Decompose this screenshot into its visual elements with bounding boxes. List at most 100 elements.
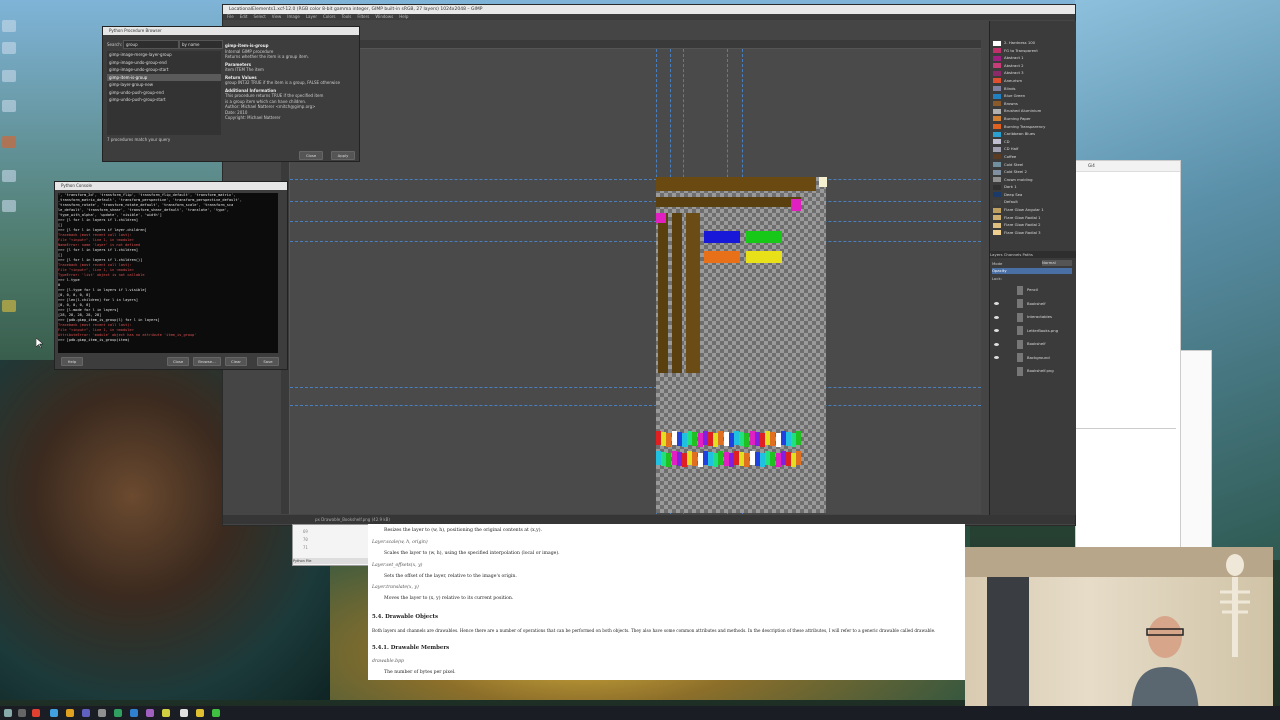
search-input[interactable]: group [123, 40, 179, 49]
gradient-item[interactable]: Coffee [990, 153, 1068, 161]
layer-row[interactable]: LetterBooks.png [990, 324, 1076, 338]
browser-window[interactable]: Gi4 [1075, 160, 1181, 549]
gimp-icon[interactable] [98, 709, 106, 717]
gimp-menubar[interactable]: File Edit Select View Image Layer Colors Tools F… [223, 14, 1075, 20]
app-icon[interactable] [50, 709, 58, 717]
procedure-list-item[interactable]: gimp-undo-push-group-end [107, 89, 221, 97]
layers-tabs[interactable]: Layers Channels Paths [990, 251, 1076, 258]
menu-item[interactable]: Colors [323, 14, 336, 19]
eye-icon[interactable] [994, 302, 999, 305]
menu-item[interactable]: Layer [306, 14, 317, 19]
search-icon[interactable] [18, 709, 26, 717]
gradient-item[interactable]: Abstract 1 [990, 54, 1068, 62]
canvas-area[interactable] [290, 49, 981, 514]
gradient-item[interactable]: CD Half [990, 145, 1068, 153]
folder-icon[interactable] [196, 709, 204, 717]
gradient-item[interactable]: Brushed Aluminium [990, 107, 1068, 115]
desktop-icon[interactable] [2, 200, 16, 212]
console-output[interactable]: ', 'transform_2d', 'transform_flip', 'tr… [58, 193, 278, 353]
eye-icon[interactable] [994, 329, 999, 332]
menu-item[interactable]: File [227, 14, 234, 19]
opacity-slider[interactable]: Opacity [992, 268, 1072, 274]
gradient-item[interactable]: 2. Hardness 100 [990, 39, 1068, 47]
search-mode-select[interactable]: by name [179, 40, 223, 49]
app-icon[interactable] [212, 709, 220, 717]
gradient-item[interactable]: CD [990, 138, 1068, 146]
menu-item[interactable]: View [272, 14, 282, 19]
apply-button[interactable]: Apply [331, 151, 355, 160]
eye-icon[interactable] [994, 356, 999, 359]
editor-window[interactable]: 69 70 71 Python File [292, 524, 370, 566]
gradient-item[interactable]: Crown molding [990, 176, 1068, 184]
procedure-list[interactable]: gimp-image-merge-layer-group gimp-image-u… [107, 51, 221, 135]
app-icon[interactable] [180, 709, 188, 717]
app-icon[interactable] [66, 709, 74, 717]
layer-row[interactable]: Pencil [990, 283, 1076, 297]
desktop-icon[interactable] [2, 300, 16, 312]
gradient-item[interactable]: Blinds [990, 85, 1068, 93]
app-icon[interactable] [130, 709, 138, 717]
procedure-list-item[interactable]: gimp-image-merge-layer-group [107, 51, 221, 59]
gradient-item[interactable]: Deep Sea [990, 191, 1068, 199]
gradient-item[interactable]: Caribbean Blues [990, 130, 1068, 138]
gradient-item[interactable]: Default [990, 198, 1068, 206]
procedure-list-item[interactable]: gimp-undo-push-group-start [107, 96, 221, 104]
desktop-icon[interactable] [2, 100, 16, 112]
layer-row[interactable]: Bookshelf.png [990, 364, 1076, 378]
canvas-image[interactable] [656, 177, 827, 513]
desktop-icon[interactable] [2, 20, 16, 32]
gradient-item[interactable]: Abstract 2 [990, 62, 1068, 70]
gradient-item[interactable]: Flare Glow Angular 1 [990, 206, 1068, 214]
gradient-item[interactable]: Flare Glow Radial 3 [990, 229, 1068, 237]
help-button[interactable]: Help [61, 357, 83, 366]
menu-item[interactable]: Tools [342, 14, 352, 19]
procedure-browser-window[interactable]: Python Procedure Browser Search: group b… [102, 26, 360, 162]
menu-item[interactable]: Help [399, 14, 408, 19]
layer-row[interactable]: Background [990, 351, 1076, 365]
gimp-dock[interactable]: 2. Hardness 100 FG to Transparent Abstract… [989, 21, 1076, 515]
taskbar[interactable] [0, 706, 1280, 720]
menu-item[interactable]: Filters [357, 14, 369, 19]
gradient-item[interactable]: Abstract 3 [990, 69, 1068, 77]
layer-row[interactable]: Bookshelf [990, 297, 1076, 311]
app-icon[interactable] [82, 709, 90, 717]
gradient-item[interactable]: Aneurism [990, 77, 1068, 85]
procedure-list-item[interactable]: gimp-image-undo-group-start [107, 66, 221, 74]
gradient-item[interactable]: Blue Green [990, 92, 1068, 100]
documentation-page[interactable]: Resizes the layer to (w, h), positioning… [368, 524, 965, 680]
desktop-icon[interactable] [2, 136, 16, 148]
gradient-item[interactable]: Burning Transparency [990, 123, 1068, 131]
browser-tab[interactable]: Gi4 [1076, 161, 1180, 172]
save-button[interactable]: Save [257, 357, 279, 366]
gradient-list[interactable]: 2. Hardness 100 FG to Transparent Abstract… [990, 39, 1068, 237]
start-icon[interactable] [4, 709, 12, 717]
python-console-window[interactable]: Python Console ', 'transform_2d', 'trans… [54, 181, 288, 370]
menu-item[interactable]: Edit [240, 14, 248, 19]
layer-row[interactable]: Bookshelf [990, 337, 1076, 351]
close-button[interactable]: Close [167, 357, 189, 366]
close-button[interactable]: Close [299, 151, 323, 160]
layer-row[interactable]: Interactables [990, 310, 1076, 324]
gradient-item[interactable]: Burning Paper [990, 115, 1068, 123]
gradient-item[interactable]: Dark 1 [990, 183, 1068, 191]
gradient-item[interactable]: Browns [990, 100, 1068, 108]
procedure-list-item[interactable]: gimp-image-undo-group-end [107, 59, 221, 67]
gradient-item[interactable]: Cold Steel 2 [990, 168, 1068, 176]
desktop-icon[interactable] [2, 42, 16, 54]
eye-icon[interactable] [994, 315, 999, 319]
clear-button[interactable]: Clear [225, 357, 247, 366]
eye-icon[interactable] [994, 342, 999, 346]
mode-select[interactable]: Normal [1042, 260, 1072, 266]
desktop-icon[interactable] [2, 70, 16, 82]
procedure-list-item[interactable]: gimp-layer-group-new [107, 81, 221, 89]
app-icon[interactable] [146, 709, 154, 717]
layer-list[interactable]: Pencil Bookshelf Interactables LetterBooks.… [990, 283, 1076, 383]
browse-button[interactable]: Browse... [193, 357, 221, 366]
procedure-list-item[interactable]: gimp-item-is-group [107, 73, 221, 81]
gradient-item[interactable]: FG to Transparent [990, 47, 1068, 55]
desktop-icon[interactable] [2, 170, 16, 182]
app-icon[interactable] [114, 709, 122, 717]
app-icon[interactable] [32, 709, 40, 717]
menu-item[interactable]: Image [287, 14, 300, 19]
menu-item[interactable]: Select [253, 14, 265, 19]
